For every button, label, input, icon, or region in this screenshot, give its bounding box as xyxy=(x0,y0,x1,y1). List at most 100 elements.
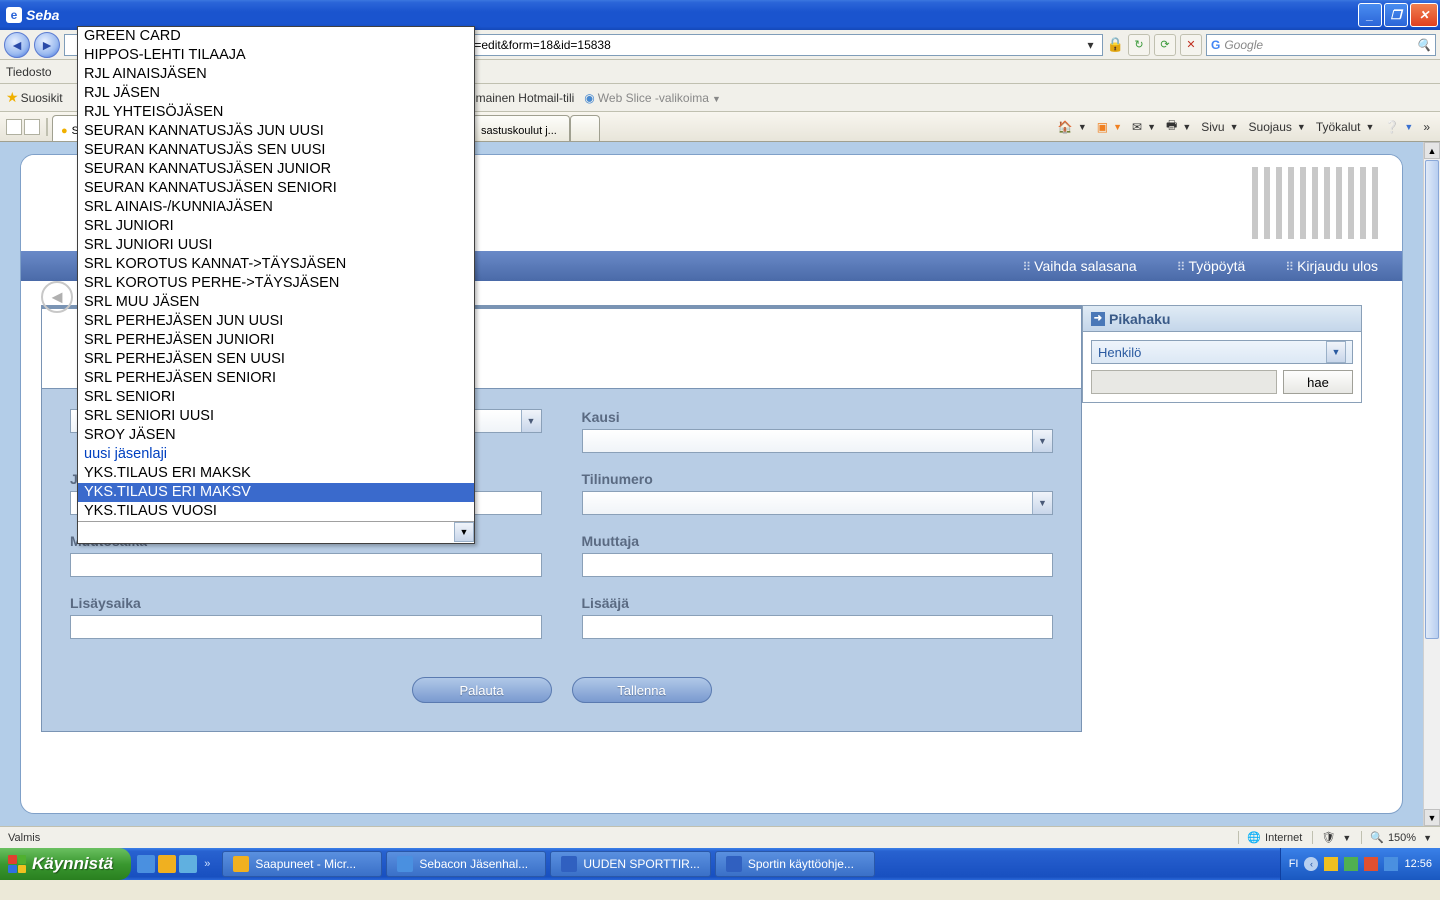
kausi-select[interactable]: ▼ xyxy=(582,429,1054,453)
quick-tabs-button[interactable] xyxy=(6,119,40,135)
home-button[interactable]: 🏠▼ xyxy=(1058,120,1087,134)
chevron-down-icon[interactable]: ▼ xyxy=(454,522,474,542)
nav-logout[interactable]: ⠿Kirjaudu ulos xyxy=(1285,258,1378,274)
dropdown-option[interactable]: SRL KOROTUS PERHE->TÄYSJÄSEN xyxy=(78,274,474,293)
scroll-thumb[interactable] xyxy=(1425,160,1439,639)
reset-button[interactable]: Palauta xyxy=(412,677,552,703)
address-dropdown-icon[interactable]: ▾ xyxy=(1084,38,1098,52)
tray-icon-4[interactable] xyxy=(1384,857,1398,871)
label-kausi: Kausi xyxy=(582,409,1054,425)
minimize-button[interactable]: _ xyxy=(1358,3,1382,27)
ql-expand-icon[interactable]: » xyxy=(200,858,214,870)
nav-desktop[interactable]: ⠿Työpöytä xyxy=(1177,258,1246,274)
task-word2[interactable]: Sportin käyttöohje... xyxy=(715,851,875,877)
dropdown-option[interactable]: YKS.TILAUS ERI MAKSV xyxy=(78,483,474,502)
dropdown-option[interactable]: SEURAN KANNATUSJÄSEN JUNIOR xyxy=(78,160,474,179)
search-box[interactable]: G Google 🔍 xyxy=(1206,34,1436,56)
scroll-up-icon[interactable]: ▲ xyxy=(1424,142,1440,159)
dropdown-option[interactable]: RJL JÄSEN xyxy=(78,84,474,103)
refresh-button[interactable]: ⟳ xyxy=(1154,34,1176,56)
dropdown-option[interactable]: SROY JÄSEN xyxy=(78,426,474,445)
mail-button[interactable]: ✉▼ xyxy=(1132,120,1156,134)
maximize-button[interactable]: ❐ xyxy=(1384,3,1408,27)
more-chevrons-icon[interactable]: » xyxy=(1423,120,1430,134)
page-menu[interactable]: Sivu▼ xyxy=(1201,120,1238,134)
forward-button[interactable]: ► xyxy=(34,32,60,58)
ql-outlook-icon[interactable] xyxy=(158,855,176,873)
chevron-down-icon: ▼ xyxy=(1326,341,1346,363)
lisaaja-input[interactable] xyxy=(582,615,1054,639)
save-button[interactable]: Tallenna xyxy=(572,677,712,703)
ql-desktop-icon[interactable] xyxy=(179,855,197,873)
ql-ie-icon[interactable] xyxy=(137,855,155,873)
tray-lang[interactable]: FI xyxy=(1289,858,1299,870)
protected-mode-icon[interactable]: 🛡 ▼ xyxy=(1312,831,1351,844)
quick-launch: » xyxy=(131,855,220,873)
dropdown-option[interactable]: SRL SENIORI UUSI xyxy=(78,407,474,426)
back-button[interactable]: ◄ xyxy=(4,32,30,58)
dropdown-option[interactable]: SRL MUU JÄSEN xyxy=(78,293,474,312)
nav-change-password[interactable]: ⠿Vaihda salasana xyxy=(1022,258,1136,274)
dropdown-option[interactable]: SRL JUNIORI xyxy=(78,217,474,236)
dropdown-option[interactable]: GREEN CARD xyxy=(78,27,474,46)
tab-2[interactable]: sastuskoulut j... xyxy=(472,115,570,141)
dropdown-option[interactable]: SEURAN KANNATUSJÄSEN SENIORI xyxy=(78,179,474,198)
search-placeholder: Google xyxy=(1224,38,1263,52)
button-row: Palauta Tallenna xyxy=(70,677,1053,703)
dropdown-option[interactable]: SEURAN KANNATUSJÄS SEN UUSI xyxy=(78,141,474,160)
muuttaja-input[interactable] xyxy=(582,553,1054,577)
back-round-button[interactable]: ◄ xyxy=(41,281,73,313)
dropdown-option[interactable]: RJL YHTEISÖJÄSEN xyxy=(78,103,474,122)
ie-icon: e xyxy=(6,7,22,23)
dropdown-option[interactable]: uusi jäsenlaji xyxy=(78,445,474,464)
dropdown-option[interactable]: YKS.TILAUS ERI MAKSK xyxy=(78,464,474,483)
dropdown-option[interactable]: SRL AINAIS-/KUNNIAJÄSEN xyxy=(78,198,474,217)
task-word1[interactable]: UUDEN SPORTTIR... xyxy=(550,851,710,877)
dropdown-option[interactable]: SRL KOROTUS KANNAT->TÄYSJÄSEN xyxy=(78,255,474,274)
chevron-down-icon: ▼ xyxy=(521,410,541,432)
quick-search-button[interactable]: hae xyxy=(1283,370,1353,394)
membership-type-dropdown[interactable]: GREEN CARDHIPPOS-LEHTI TILAAJARJL AINAIS… xyxy=(77,26,475,544)
tray-icon-1[interactable] xyxy=(1324,857,1338,871)
lisaysaika-input[interactable] xyxy=(70,615,542,639)
stop-button[interactable]: ✕ xyxy=(1180,34,1202,56)
quick-search-input[interactable] xyxy=(1091,370,1277,394)
zoom-control[interactable]: 🔍 150% ▼ xyxy=(1361,831,1432,844)
dropdown-option[interactable]: SRL PERHEJÄSEN JUNIORI xyxy=(78,331,474,350)
task-outlook[interactable]: Saapuneet - Micr... xyxy=(222,851,382,877)
quick-search-type-select[interactable]: Henkilö ▼ xyxy=(1091,340,1353,364)
menu-file[interactable]: Tiedosto xyxy=(6,65,52,79)
dropdown-option[interactable]: HIPPOS-LEHTI TILAAJA xyxy=(78,46,474,65)
dropdown-option[interactable]: SEURAN KANNATUSJÄS JUN UUSI xyxy=(78,122,474,141)
vertical-scrollbar[interactable]: ▲ ▼ xyxy=(1423,142,1440,826)
feeds-button[interactable]: ▣▼ xyxy=(1097,120,1122,134)
dropdown-option[interactable]: SRL PERHEJÄSEN JUN UUSI xyxy=(78,312,474,331)
tray-arrow-icon[interactable]: ‹ xyxy=(1304,857,1318,871)
task-sebacon[interactable]: Sebacon Jäsenhal... xyxy=(386,851,546,877)
tools-menu[interactable]: Työkalut▼ xyxy=(1316,120,1375,134)
dropdown-option[interactable]: SRL PERHEJÄSEN SENIORI xyxy=(78,369,474,388)
scroll-down-icon[interactable]: ▼ xyxy=(1424,809,1440,826)
close-button[interactable]: ✕ xyxy=(1410,3,1438,27)
status-bar: Valmis 🌐Internet 🛡 ▼ 🔍 150% ▼ xyxy=(0,826,1440,848)
tilinumero-select[interactable]: ▼ xyxy=(582,491,1054,515)
dropdown-option[interactable]: SRL JUNIORI UUSI xyxy=(78,236,474,255)
safety-menu[interactable]: Suojaus▼ xyxy=(1249,120,1306,134)
start-button[interactable]: Käynnistä xyxy=(0,848,131,880)
dropdown-option[interactable]: SRL PERHEJÄSEN SEN UUSI xyxy=(78,350,474,369)
dropdown-option[interactable]: YKS.TILAUS VUOSI xyxy=(78,502,474,521)
favorites-button[interactable]: ★Suosikit xyxy=(6,89,63,106)
compat-button[interactable]: ↻ xyxy=(1128,34,1150,56)
dropdown-option[interactable]: RJL AINAISJÄSEN xyxy=(78,65,474,84)
fav-webslice[interactable]: ◉Web Slice -valikoima▼ xyxy=(584,91,721,105)
help-button[interactable]: ❔▼ xyxy=(1384,120,1413,134)
dropdown-option[interactable]: SRL SENIORI xyxy=(78,388,474,407)
tray-icon-3[interactable] xyxy=(1364,857,1378,871)
new-tab-button[interactable] xyxy=(570,115,600,141)
muutosaika-input[interactable] xyxy=(70,553,542,577)
tray-clock[interactable]: 12:56 xyxy=(1404,858,1432,870)
tray-icon-2[interactable] xyxy=(1344,857,1358,871)
security-zone[interactable]: 🌐Internet xyxy=(1238,831,1302,844)
print-button[interactable]: 🖶▼ xyxy=(1166,116,1191,137)
search-go-icon[interactable]: 🔍 xyxy=(1416,38,1431,52)
